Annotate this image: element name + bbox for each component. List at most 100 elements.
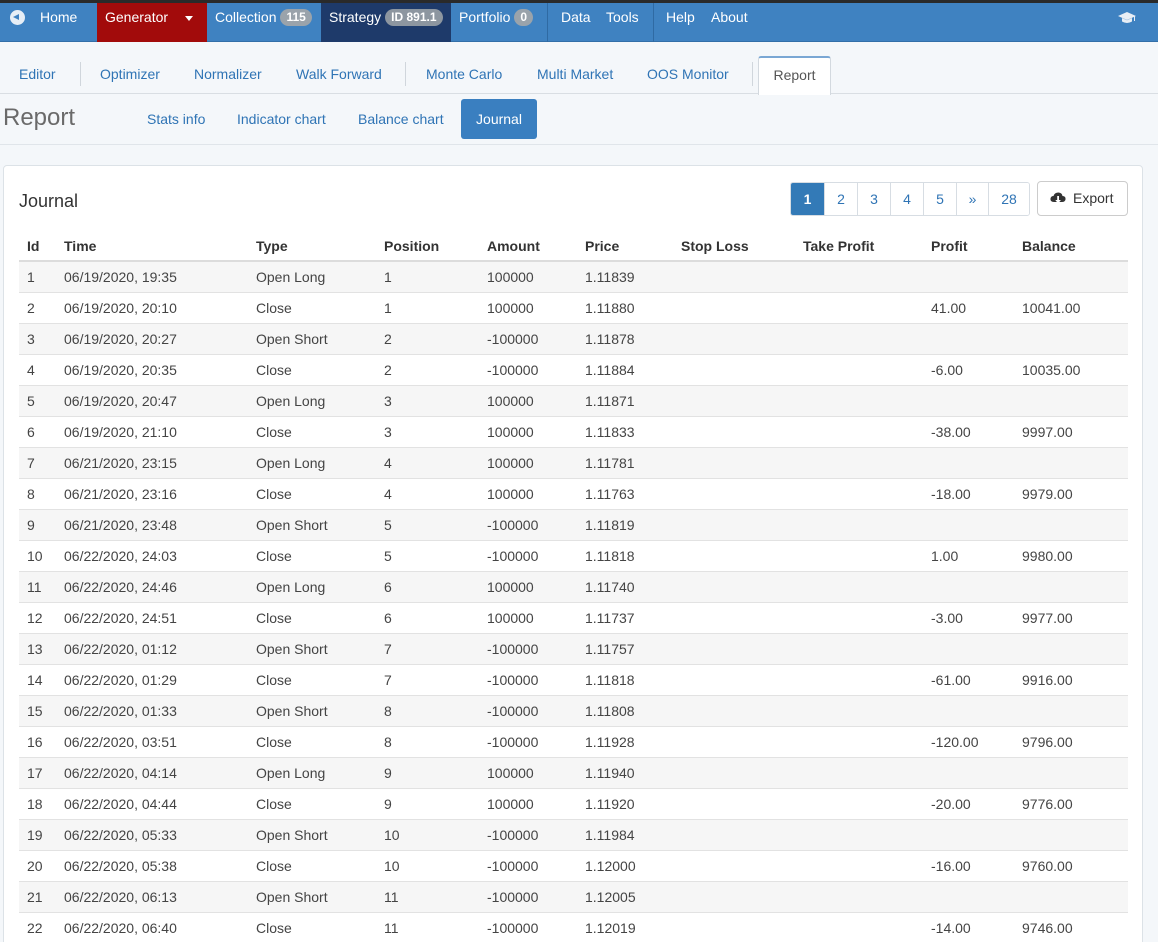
- tab-normalizer[interactable]: Normalizer: [194, 66, 262, 82]
- column-header-stop-loss[interactable]: Stop Loss: [681, 238, 749, 254]
- cell-id: 20: [27, 858, 43, 874]
- cell-amount: 100000: [487, 579, 534, 595]
- cell-amount: -100000: [487, 734, 539, 750]
- nav-about[interactable]: About: [703, 3, 748, 42]
- nav-divider: [547, 3, 548, 42]
- cell-id: 17: [27, 765, 43, 781]
- tab-report[interactable]: Report: [758, 56, 831, 95]
- cell-price: 1.11781: [585, 455, 635, 471]
- cell-profit: -38.00: [931, 424, 971, 440]
- cell-time: 06/19/2020, 20:27: [64, 331, 177, 347]
- cell-time: 06/22/2020, 06:13: [64, 889, 177, 905]
- tab-walk-forward[interactable]: Walk Forward: [296, 66, 382, 82]
- tab-monte-carlo[interactable]: Monte Carlo: [426, 66, 502, 82]
- cell-id: 7: [27, 455, 35, 471]
- nav-portfolio[interactable]: Portfolio 0: [451, 3, 547, 42]
- cell-time: 06/19/2020, 20:35: [64, 362, 177, 378]
- cell-price: 1.11808: [585, 703, 635, 719]
- tab-oos-monitor[interactable]: OOS Monitor: [647, 66, 729, 82]
- table-row: 8 06/21/2020, 23:16 Close 4 100000 1.11763 -18…: [19, 479, 1128, 510]
- cell-position: 5: [384, 517, 392, 533]
- nav-strategy[interactable]: Strategy ID 891.1: [321, 3, 451, 42]
- pill-stats-info[interactable]: Stats info: [147, 111, 205, 127]
- journal-title: Journal: [19, 191, 79, 211]
- column-header-amount[interactable]: Amount: [487, 238, 540, 254]
- graduation-cap-icon[interactable]: [1118, 12, 1136, 24]
- report-header: Report Stats info Indicator chart Balanc…: [0, 95, 1158, 145]
- cell-balance: 9997.00: [1022, 424, 1073, 440]
- cell-price: 1.11928: [585, 734, 635, 750]
- column-header-profit[interactable]: Profit: [931, 238, 968, 254]
- column-header-balance[interactable]: Balance: [1022, 238, 1076, 254]
- cell-position: 7: [384, 672, 392, 688]
- column-header-take-profit[interactable]: Take Profit: [803, 238, 874, 254]
- cell-time: 06/21/2020, 23:48: [64, 517, 177, 533]
- cell-id: 21: [27, 889, 43, 905]
- page-button[interactable]: 2: [824, 183, 857, 215]
- nav-help[interactable]: Help: [658, 3, 695, 42]
- cell-time: 06/22/2020, 05:33: [64, 827, 177, 843]
- table-row: 10 06/22/2020, 24:03 Close 5 -100000 1.11818 1…: [19, 541, 1128, 572]
- cell-id: 1: [27, 269, 35, 285]
- table-row: 15 06/22/2020, 01:33 Open Short 8 -100000 1.1…: [19, 696, 1128, 727]
- cell-id: 16: [27, 734, 43, 750]
- export-button[interactable]: Export: [1037, 181, 1128, 216]
- cell-amount: 100000: [487, 610, 534, 626]
- nav-data[interactable]: Data: [553, 3, 591, 42]
- page-button[interactable]: 5: [923, 183, 956, 215]
- cell-type: Close: [256, 734, 292, 750]
- page-next-button[interactable]: »: [956, 183, 988, 215]
- cell-type: Open Long: [256, 393, 326, 409]
- cell-type: Open Short: [256, 889, 328, 905]
- column-header-type[interactable]: Type: [256, 238, 288, 254]
- table-row: 16 06/22/2020, 03:51 Close 8 -100000 1.11928 -…: [19, 727, 1128, 758]
- tab-editor[interactable]: Editor: [19, 66, 56, 82]
- tab-divider: [80, 62, 81, 86]
- cell-price: 1.11763: [585, 486, 635, 502]
- page-button[interactable]: 3: [857, 183, 890, 215]
- pill-indicator-chart[interactable]: Indicator chart: [237, 111, 326, 127]
- column-header-time[interactable]: Time: [64, 238, 96, 254]
- column-header-price[interactable]: Price: [585, 238, 619, 254]
- cell-type: Close: [256, 610, 292, 626]
- cell-amount: 100000: [487, 765, 534, 781]
- cell-amount: -100000: [487, 517, 539, 533]
- caret-down-icon[interactable]: [185, 16, 193, 21]
- cell-time: 06/22/2020, 24:51: [64, 610, 177, 626]
- cell-balance: 9977.00: [1022, 610, 1073, 626]
- cell-type: Open Long: [256, 269, 326, 285]
- cell-amount: -100000: [487, 362, 539, 378]
- page-button[interactable]: 1: [791, 183, 824, 215]
- page-button[interactable]: 4: [890, 183, 923, 215]
- cell-time: 06/22/2020, 06:40: [64, 920, 177, 936]
- cell-type: Close: [256, 920, 292, 936]
- tab-divider: [405, 62, 406, 86]
- nav-home[interactable]: Home: [0, 3, 96, 42]
- table-row: 18 06/22/2020, 04:44 Close 9 100000 1.11920 -2…: [19, 789, 1128, 820]
- collection-count-badge: 115: [280, 9, 312, 26]
- cell-price: 1.11940: [585, 765, 635, 781]
- page-last-button[interactable]: 28: [988, 183, 1029, 215]
- pill-journal[interactable]: Journal: [461, 99, 537, 139]
- cell-type: Open Short: [256, 331, 328, 347]
- tab-optimizer[interactable]: Optimizer: [100, 66, 160, 82]
- nav-collection[interactable]: Collection 115: [207, 3, 321, 42]
- cell-profit: -3.00: [931, 610, 963, 626]
- pill-balance-chart[interactable]: Balance chart: [358, 111, 444, 127]
- cell-time: 06/19/2020, 20:10: [64, 300, 177, 316]
- cell-time: 06/22/2020, 01:12: [64, 641, 177, 657]
- nav-generator[interactable]: Generator: [97, 3, 207, 42]
- cell-position: 8: [384, 703, 392, 719]
- cell-id: 13: [27, 641, 43, 657]
- strategy-id-badge: ID 891.1: [385, 9, 443, 26]
- nav-tools[interactable]: Tools: [598, 3, 639, 42]
- column-header-position[interactable]: Position: [384, 238, 439, 254]
- column-header-id[interactable]: Id: [27, 238, 39, 254]
- cell-position: 8: [384, 734, 392, 750]
- cell-price: 1.11819: [585, 517, 635, 533]
- tab-multi-market[interactable]: Multi Market: [537, 66, 613, 82]
- cell-price: 1.11871: [585, 393, 635, 409]
- cell-type: Open Short: [256, 641, 328, 657]
- table-row: 9 06/21/2020, 23:48 Open Short 5 -100000 1.11…: [19, 510, 1128, 541]
- cell-position: 11: [384, 920, 399, 936]
